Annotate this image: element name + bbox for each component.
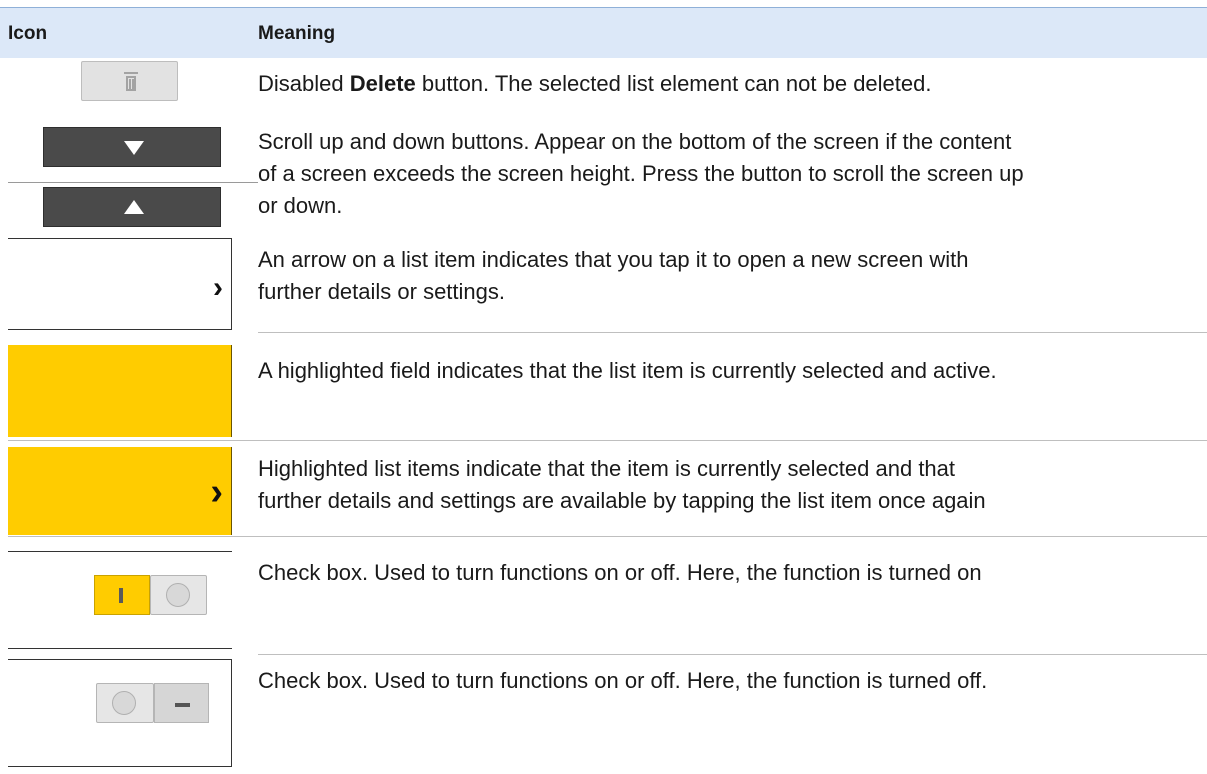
row-meaning: Highlighted list items indicate that the…	[258, 456, 986, 513]
checkbox-on-toggle	[94, 575, 207, 615]
divider	[8, 182, 258, 183]
delete-label: Delete	[349, 71, 416, 96]
table-row: Highlighted list items indicate that the…	[0, 447, 1207, 537]
table-row: Disabled Delete button. The selected lis…	[0, 58, 1207, 108]
off-indicator-icon	[175, 703, 190, 707]
table-header: Icon Meaning	[0, 7, 1207, 58]
row-meaning: A highlighted field indicates that the l…	[258, 358, 997, 383]
row-meaning: Disabled Delete button. The selected lis…	[258, 71, 932, 96]
table-row: A highlighted field indicates that the l…	[0, 345, 1207, 441]
disabled-delete-button	[81, 61, 178, 101]
row-meaning: Scroll up and down buttons. Appear on th…	[258, 129, 1024, 218]
toggle-knob-icon	[112, 691, 136, 715]
triangle-down-icon	[124, 141, 144, 155]
toggle-knob-icon	[166, 583, 190, 607]
checkbox-off-toggle	[96, 683, 209, 723]
row-meaning: Check box. Used to turn functions on or …	[258, 668, 988, 693]
column-header-meaning: Meaning	[258, 23, 336, 44]
triangle-up-icon	[124, 200, 144, 214]
on-indicator-icon	[119, 588, 123, 603]
trash-icon	[124, 72, 138, 91]
scroll-down-button	[43, 127, 221, 167]
table-row: An arrow on a list item indicates that y…	[0, 238, 1207, 333]
row-meaning: Check box. Used to turn functions on or …	[258, 560, 982, 585]
column-header-icon: Icon	[8, 23, 48, 44]
scroll-up-button	[43, 187, 221, 227]
row-meaning: An arrow on a list item indicates that y…	[258, 247, 969, 304]
